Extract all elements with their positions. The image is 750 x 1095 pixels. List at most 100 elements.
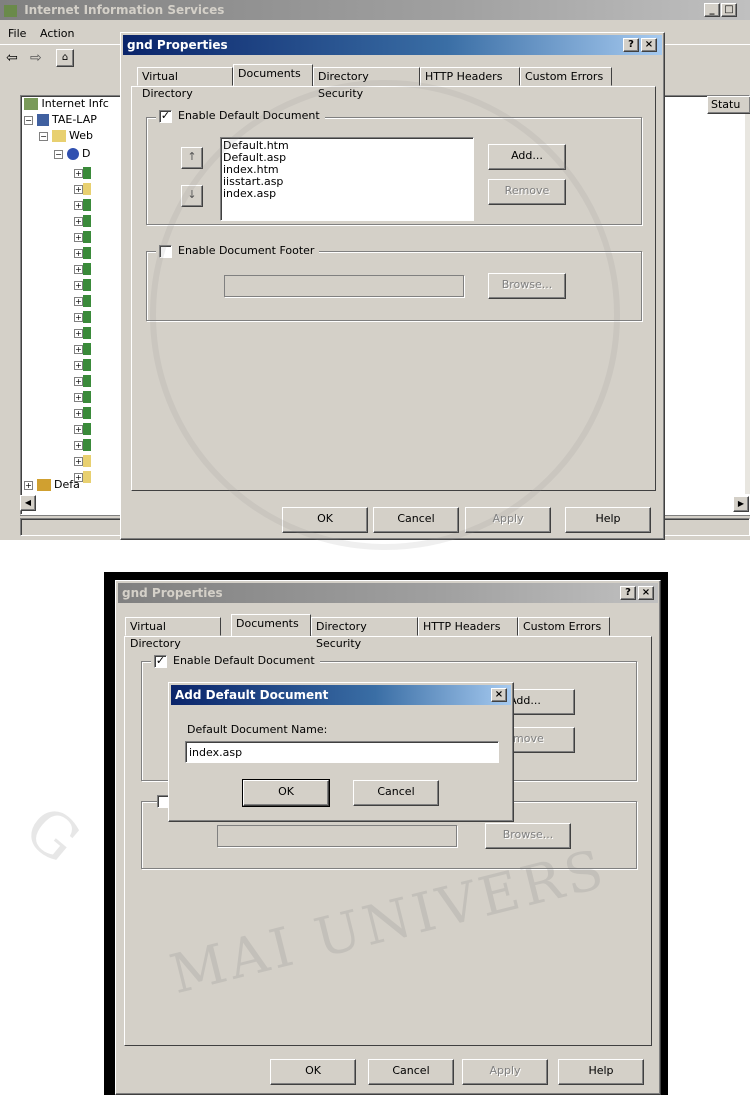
- tree-child-node[interactable]: +: [74, 182, 91, 195]
- expand-icon[interactable]: +: [74, 313, 83, 322]
- tree-child-node[interactable]: +: [74, 246, 91, 259]
- iis-minimize-button[interactable]: _: [704, 3, 720, 17]
- cancel-button[interactable]: Cancel: [373, 507, 459, 533]
- ok-button-2[interactable]: OK: [270, 1059, 356, 1085]
- expand-icon[interactable]: +: [74, 233, 83, 242]
- tree-child-node[interactable]: +: [74, 310, 91, 323]
- menu-action[interactable]: Action: [40, 27, 74, 40]
- expand-icon[interactable]: +: [74, 393, 83, 402]
- expand-icon[interactable]: +: [74, 361, 83, 370]
- tree-child-node[interactable]: +: [74, 214, 91, 227]
- help-button-2[interactable]: Help: [558, 1059, 644, 1085]
- collapse-icon[interactable]: −: [39, 132, 48, 141]
- browse-button[interactable]: Browse...: [488, 273, 566, 299]
- add-button[interactable]: Add...: [488, 144, 566, 170]
- help-caption-button[interactable]: ?: [623, 38, 639, 52]
- tree-child-node[interactable]: +: [74, 406, 91, 419]
- tab-virtual-directory[interactable]: Virtual Directory: [137, 67, 233, 100]
- enable-default-doc[interactable]: ✓ Enable Default Document: [156, 109, 325, 123]
- help-caption-button-2[interactable]: ?: [620, 586, 636, 600]
- tree-child-node[interactable]: +: [74, 454, 91, 467]
- add-doc-ok-button[interactable]: OK: [242, 779, 330, 807]
- column-header-status[interactable]: Statu: [707, 96, 750, 114]
- list-vscrollbar[interactable]: [745, 114, 750, 494]
- expand-icon[interactable]: +: [74, 329, 83, 338]
- expand-icon[interactable]: +: [74, 441, 83, 450]
- default-document-item[interactable]: index.asp: [221, 188, 473, 200]
- tab-custom-errors[interactable]: Custom Errors: [520, 67, 612, 86]
- tab-documents-2[interactable]: Documents: [231, 614, 311, 636]
- tree-server[interactable]: − TAE-LAP: [24, 113, 97, 126]
- enable-default-doc-checkbox[interactable]: ✓: [159, 109, 172, 123]
- expand-icon[interactable]: +: [74, 297, 83, 306]
- tab-documents[interactable]: Documents: [233, 64, 313, 86]
- enable-footer[interactable]: Enable Document Footer: [156, 244, 320, 258]
- tree-child-node[interactable]: +: [74, 358, 91, 371]
- tree-child-node[interactable]: +: [74, 422, 91, 435]
- help-button[interactable]: Help: [565, 507, 651, 533]
- move-down-button[interactable]: ↓: [181, 185, 203, 207]
- expand-icon[interactable]: +: [74, 409, 83, 418]
- tree-child-node[interactable]: +: [74, 374, 91, 387]
- expand-icon[interactable]: +: [74, 345, 83, 354]
- tree-child-node[interactable]: +: [74, 438, 91, 451]
- expand-icon[interactable]: +: [74, 425, 83, 434]
- back-arrow-icon[interactable]: ⇦: [6, 50, 18, 66]
- collapse-icon[interactable]: −: [54, 150, 63, 159]
- expand-icon[interactable]: +: [74, 281, 83, 290]
- tree-child-node[interactable]: +: [74, 230, 91, 243]
- tree-scroll-left[interactable]: ◀: [20, 495, 36, 511]
- tree-root[interactable]: Internet Infc: [24, 97, 109, 110]
- expand-icon[interactable]: +: [74, 185, 83, 194]
- footer-path-field-2[interactable]: [217, 825, 457, 847]
- add-doc-close-button[interactable]: ×: [491, 688, 507, 702]
- iis-maximize-button[interactable]: □: [721, 3, 737, 17]
- expand-icon[interactable]: +: [74, 265, 83, 274]
- tab-custom-errors-2[interactable]: Custom Errors: [518, 617, 610, 636]
- cancel-button-2[interactable]: Cancel: [368, 1059, 454, 1085]
- expand-icon[interactable]: +: [74, 249, 83, 258]
- tree-child-node[interactable]: +: [74, 198, 91, 211]
- enable-footer-checkbox[interactable]: [159, 244, 172, 258]
- tree-child-node[interactable]: +: [74, 326, 91, 339]
- forward-arrow-icon[interactable]: ⇨: [30, 50, 42, 66]
- add-doc-cancel-button[interactable]: Cancel: [353, 780, 439, 806]
- enable-default-doc-checkbox-2[interactable]: ✓: [154, 654, 167, 668]
- collapse-icon[interactable]: −: [24, 116, 33, 125]
- browse-button-2[interactable]: Browse...: [485, 823, 571, 849]
- expand-icon[interactable]: +: [74, 457, 83, 466]
- apply-button-2[interactable]: Apply: [462, 1059, 548, 1085]
- expand-icon[interactable]: +: [74, 377, 83, 386]
- tab-virtual-directory-2[interactable]: Virtual Directory: [125, 617, 221, 650]
- tree-child-node[interactable]: +: [74, 342, 91, 355]
- expand-icon[interactable]: +: [74, 169, 83, 178]
- expand-icon[interactable]: +: [74, 201, 83, 210]
- ok-button[interactable]: OK: [282, 507, 368, 533]
- tab-directory-security-2[interactable]: Directory Security: [311, 617, 418, 650]
- close-caption-button[interactable]: ×: [641, 38, 657, 52]
- tree-default-smtp[interactable]: + Defa: [24, 478, 80, 491]
- tree-default-site[interactable]: − D: [54, 147, 90, 160]
- default-documents-list[interactable]: Default.htm Default.asp index.htm iisstart.…: [220, 137, 474, 221]
- tab-directory-security[interactable]: Directory Security: [313, 67, 420, 100]
- tree-child-node[interactable]: +: [74, 390, 91, 403]
- list-scroll-right[interactable]: ▶: [733, 496, 749, 512]
- tab-http-headers-2[interactable]: HTTP Headers: [418, 617, 518, 636]
- default-document-name-input[interactable]: [185, 741, 499, 763]
- tree-child-node[interactable]: +: [74, 294, 91, 307]
- remove-button[interactable]: Remove: [488, 179, 566, 205]
- expand-icon[interactable]: +: [74, 217, 83, 226]
- footer-path-field[interactable]: [224, 275, 464, 297]
- tab-http-headers[interactable]: HTTP Headers: [420, 67, 520, 86]
- close-caption-button-2[interactable]: ×: [638, 586, 654, 600]
- enable-default-doc-2[interactable]: ✓ Enable Default Document: [151, 654, 320, 668]
- tree-web-sites[interactable]: − Web: [39, 129, 93, 142]
- tree-child-node[interactable]: +: [74, 166, 91, 179]
- apply-button[interactable]: Apply: [465, 507, 551, 533]
- up-folder-icon[interactable]: ⌂: [56, 49, 74, 67]
- tree-child-node[interactable]: +: [74, 278, 91, 291]
- tree-child-node[interactable]: +: [74, 262, 91, 275]
- expand-icon[interactable]: +: [24, 481, 33, 490]
- move-up-button[interactable]: ↑: [181, 147, 203, 169]
- menu-file[interactable]: File: [8, 27, 26, 40]
